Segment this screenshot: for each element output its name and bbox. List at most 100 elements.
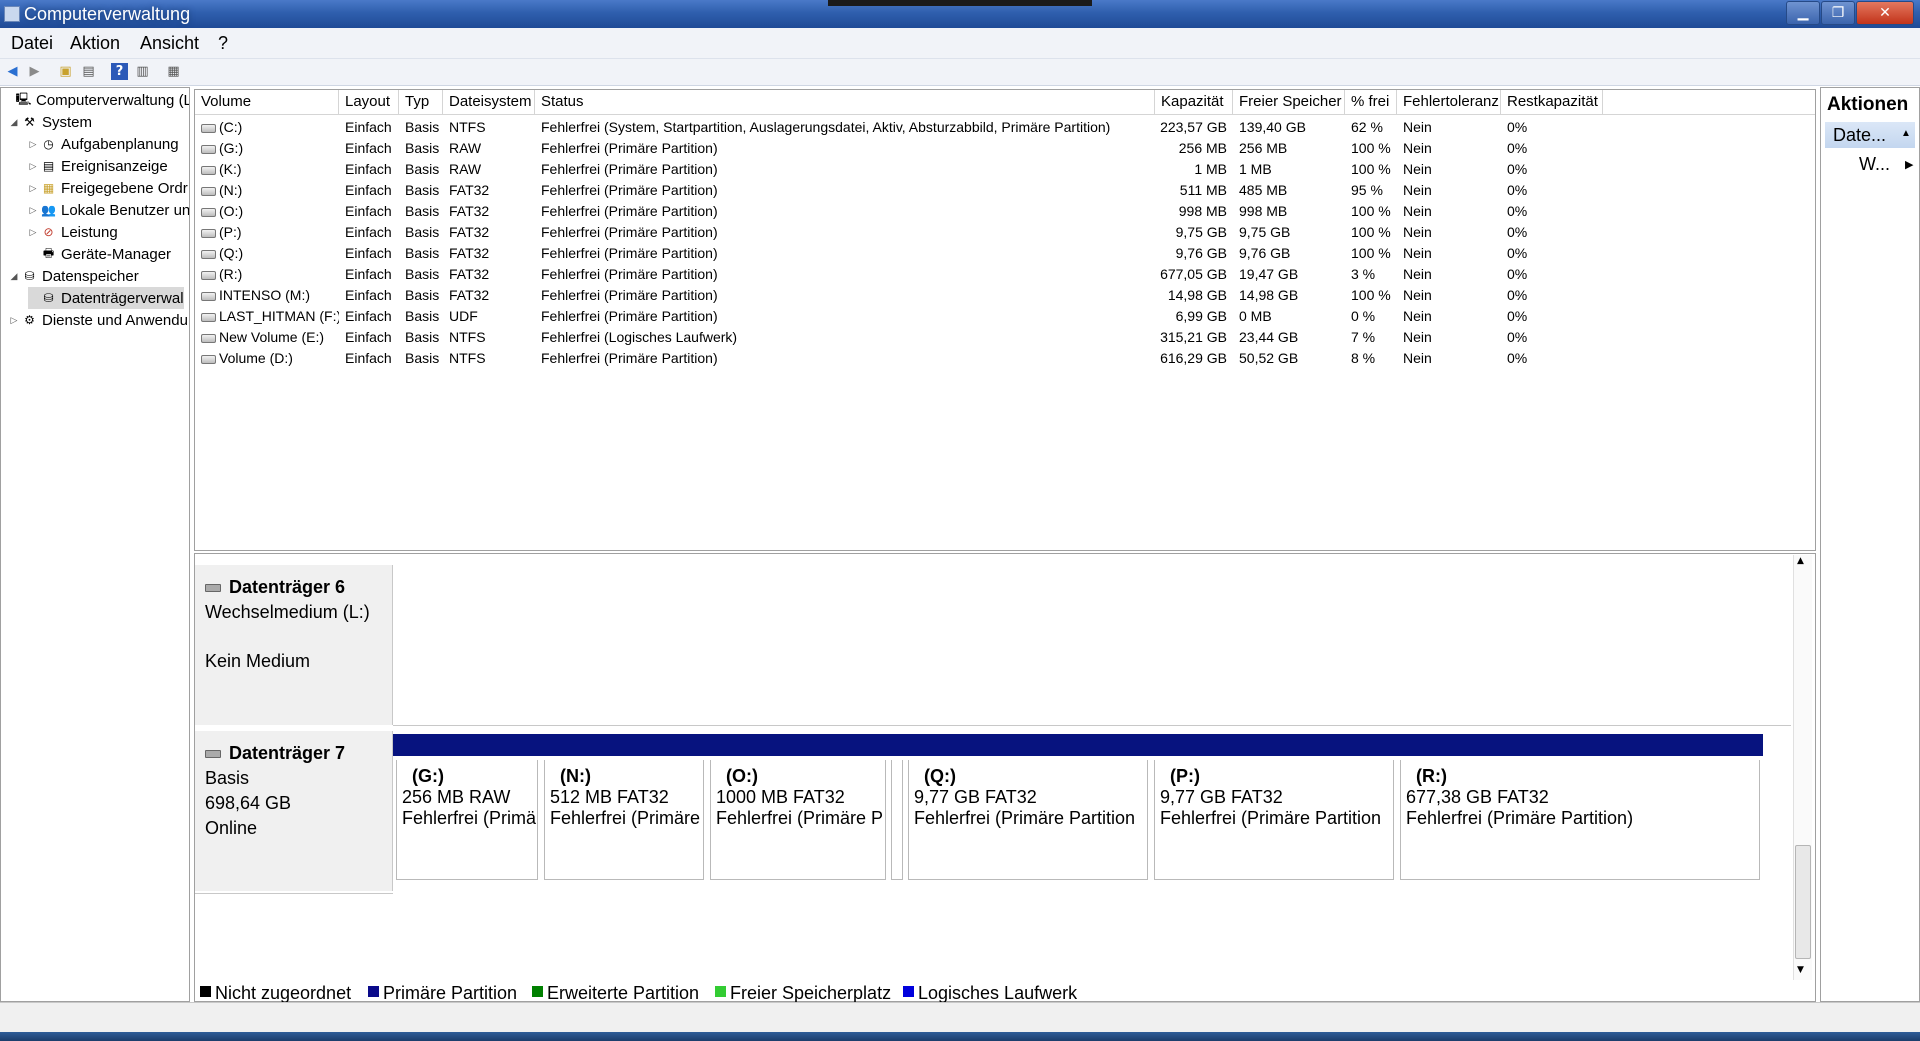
back-arrow-icon[interactable]: ◀ — [4, 63, 21, 80]
show-tree-icon[interactable]: ▤ — [80, 63, 97, 80]
table-cell: 100 % — [1351, 140, 1391, 156]
event-viewer-icon: ▤ — [42, 159, 55, 173]
tree-item-computer-management[interactable]: 🖳 Computerverwaltung (Lc — [3, 89, 190, 111]
tree-item-disk-management[interactable]: ⛁ Datenträgerverwal — [28, 287, 184, 309]
table-cell: Basis — [405, 119, 440, 135]
tree-item-device-manager[interactable]: 🖶 Geräte-Manager — [28, 243, 171, 265]
table-cell-volume: (G:) — [195, 138, 339, 159]
scroll-down-icon[interactable]: ▼ — [1797, 965, 1804, 975]
tree-item-storage[interactable]: ◢ ⛁ Datenspeicher — [9, 265, 139, 287]
title-overlay — [828, 0, 1092, 6]
actions-item-more[interactable]: W... — [1859, 154, 1890, 175]
table-row[interactable]: (P:) Einfach Basis FAT32 Fehlerfrei (Primäre… — [195, 222, 1815, 243]
partition-k[interactable] — [889, 734, 905, 880]
collapsed-arrow-icon[interactable]: ▷ — [28, 139, 38, 150]
collapsed-arrow-icon[interactable]: ▷ — [28, 227, 38, 238]
table-row[interactable]: INTENSO (M:) Einfach Basis FAT32 Fehlerfrei … — [195, 285, 1815, 306]
help-icon[interactable]: ? — [111, 63, 128, 80]
volume-name: (Q:) — [219, 245, 244, 261]
expanded-arrow-icon[interactable]: ◢ — [9, 117, 19, 128]
partition-r[interactable]: (R:) 677,38 GB FAT32 Fehlerfrei (Primäre P… — [1397, 734, 1763, 880]
table-cell: Fehlerfrei (Primäre Partition) — [541, 350, 718, 366]
disk-view-vertical-scrollbar[interactable]: ▲ ▼ — [1793, 555, 1812, 980]
submenu-arrow-icon[interactable]: ▶ — [1905, 158, 1913, 171]
menu-datei[interactable]: Datei — [11, 33, 53, 54]
column-header-typ[interactable]: Typ — [399, 90, 443, 114]
scrollbar-thumb[interactable] — [1795, 845, 1811, 959]
table-row[interactable]: (G:) Einfach Basis RAW Fehlerfrei (Primäre P… — [195, 138, 1815, 159]
partition-n[interactable]: (N:) 512 MB FAT32 Fehlerfrei (Primäre — [541, 734, 707, 880]
column-header-freier-speicher[interactable]: Freier Speicher — [1233, 90, 1345, 114]
partition-label: (R:) — [1416, 766, 1447, 786]
volume-name: (N:) — [219, 182, 243, 198]
partition-p[interactable]: (P:) 9,77 GB FAT32 Fehlerfrei (Primäre Par… — [1151, 734, 1397, 880]
table-row[interactable]: (O:) Einfach Basis FAT32 Fehlerfrei (Primäre… — [195, 201, 1815, 222]
tree-item-performance[interactable]: ▷ ⊘ Leistung — [28, 221, 118, 243]
tree-item-local-users[interactable]: ▷ 👥 Lokale Benutzer un — [28, 199, 189, 221]
table-cell: Nein — [1403, 266, 1432, 282]
tree-item-system[interactable]: ◢ ⚒ System — [9, 111, 92, 133]
partition-q[interactable]: (Q:) 9,77 GB FAT32 Fehlerfrei (Primäre Par… — [905, 734, 1151, 880]
tree-item-task-scheduler[interactable]: ▷ ◷ Aufgabenplanung — [28, 133, 179, 155]
volume-name: (C:) — [219, 119, 243, 135]
partition-type-bar — [393, 734, 541, 756]
disk-7-info[interactable]: Datenträger 7 Basis 698,64 GB Online — [195, 731, 393, 891]
menu-aktion[interactable]: Aktion — [70, 33, 120, 54]
tree-item-shared-folders[interactable]: ▷ ▦ Freigegebene Ordr — [28, 177, 188, 199]
collapse-up-icon[interactable]: ▲ — [1901, 128, 1911, 139]
collapsed-arrow-icon[interactable]: ▷ — [28, 183, 38, 194]
legend-free-space: Freier Speicherplatz — [715, 983, 891, 1003]
partition-size: 1000 MB FAT32 — [716, 787, 845, 807]
table-row[interactable]: (Q:) Einfach Basis FAT32 Fehlerfrei (Primäre… — [195, 243, 1815, 264]
forward-arrow-icon[interactable]: ▶ — [26, 63, 43, 80]
partition-o[interactable]: (O:) 1000 MB FAT32 Fehlerfrei (Primäre P — [707, 734, 889, 880]
scroll-up-icon[interactable]: ▲ — [1797, 556, 1804, 566]
divider — [195, 893, 393, 894]
table-row[interactable]: Volume (D:) Einfach Basis NTFS Fehlerfrei (P… — [195, 348, 1815, 369]
show-action-pane-icon[interactable]: ▥ — [134, 63, 151, 80]
partition-g[interactable]: (G:) 256 MB RAW Fehlerfrei (Primä — [393, 734, 541, 880]
collapsed-arrow-icon[interactable]: ▷ — [28, 161, 38, 172]
maximize-button[interactable]: ❐ — [1821, 1, 1855, 25]
table-row[interactable]: LAST_HITMAN (F:) Einfach Basis UDF Fehlerfre… — [195, 306, 1815, 327]
minimize-icon: ▁ — [1797, 5, 1809, 21]
collapsed-arrow-icon[interactable]: ▷ — [9, 315, 19, 326]
table-cell-volume: (N:) — [195, 180, 339, 201]
partition-status: Fehlerfrei (Primäre Partition — [1160, 808, 1382, 828]
properties-icon[interactable]: ▦ — [165, 63, 182, 80]
expanded-arrow-icon[interactable]: ◢ — [9, 271, 19, 282]
column-header-restkapazitaet[interactable]: Restkapazität — [1501, 90, 1603, 114]
table-row[interactable]: (K:) Einfach Basis RAW Fehlerfrei (Primäre P… — [195, 159, 1815, 180]
column-header-status[interactable]: Status — [535, 90, 1155, 114]
column-header-volume[interactable]: Volume — [195, 90, 339, 114]
close-button[interactable]: ✕ — [1856, 1, 1914, 25]
actions-section-header[interactable]: Date... ▲ — [1825, 122, 1915, 148]
tree-item-services-apps[interactable]: ▷ ⚙ Dienste und Anwendu — [9, 309, 188, 331]
table-row[interactable]: (C:) Einfach Basis NTFS Fehlerfrei (System, … — [195, 117, 1815, 138]
legend-logical-drive: Logisches Laufwerk — [903, 983, 1077, 1003]
column-header-fehlertoleranz[interactable]: Fehlertoleranz — [1397, 90, 1501, 114]
up-folder-icon[interactable]: ▣ — [57, 63, 74, 80]
legend-label: Freier Speicherplatz — [730, 983, 892, 1003]
disk-name: Datenträger 6 — [229, 577, 346, 597]
table-cell: Fehlerfrei (Logisches Laufwerk) — [541, 329, 738, 345]
table-row[interactable]: (R:) Einfach Basis FAT32 Fehlerfrei (Primäre… — [195, 264, 1815, 285]
table-row[interactable]: (N:) Einfach Basis FAT32 Fehlerfrei (Primäre… — [195, 180, 1815, 201]
table-cell: 0 MB — [1239, 308, 1272, 324]
table-cell: 6,99 GB — [1175, 308, 1227, 324]
table-row[interactable]: New Volume (E:) Einfach Basis NTFS Fehlerfre… — [195, 327, 1815, 348]
menu-help[interactable]: ? — [218, 33, 228, 54]
tree-item-event-viewer[interactable]: ▷ ▤ Ereignisanzeige — [28, 155, 168, 177]
computer-management-icon — [4, 6, 20, 22]
minimize-button[interactable]: ▁ — [1786, 1, 1820, 25]
menu-ansicht[interactable]: Ansicht — [140, 33, 199, 54]
column-header-dateisystem[interactable]: Dateisystem — [443, 90, 535, 114]
disk-detail: Kein Medium — [205, 651, 311, 671]
column-header-prozent-frei[interactable]: % frei — [1345, 90, 1397, 114]
column-header-kapazitaet[interactable]: Kapazität — [1155, 90, 1233, 114]
column-header-layout[interactable]: Layout — [339, 90, 399, 114]
collapsed-arrow-icon[interactable]: ▷ — [28, 205, 38, 216]
table-cell: 23,44 GB — [1239, 329, 1299, 345]
table-cell: Basis — [405, 350, 440, 366]
disk-6-info[interactable]: Datenträger 6 Wechselmedium (L:) Kein Me… — [195, 565, 393, 725]
